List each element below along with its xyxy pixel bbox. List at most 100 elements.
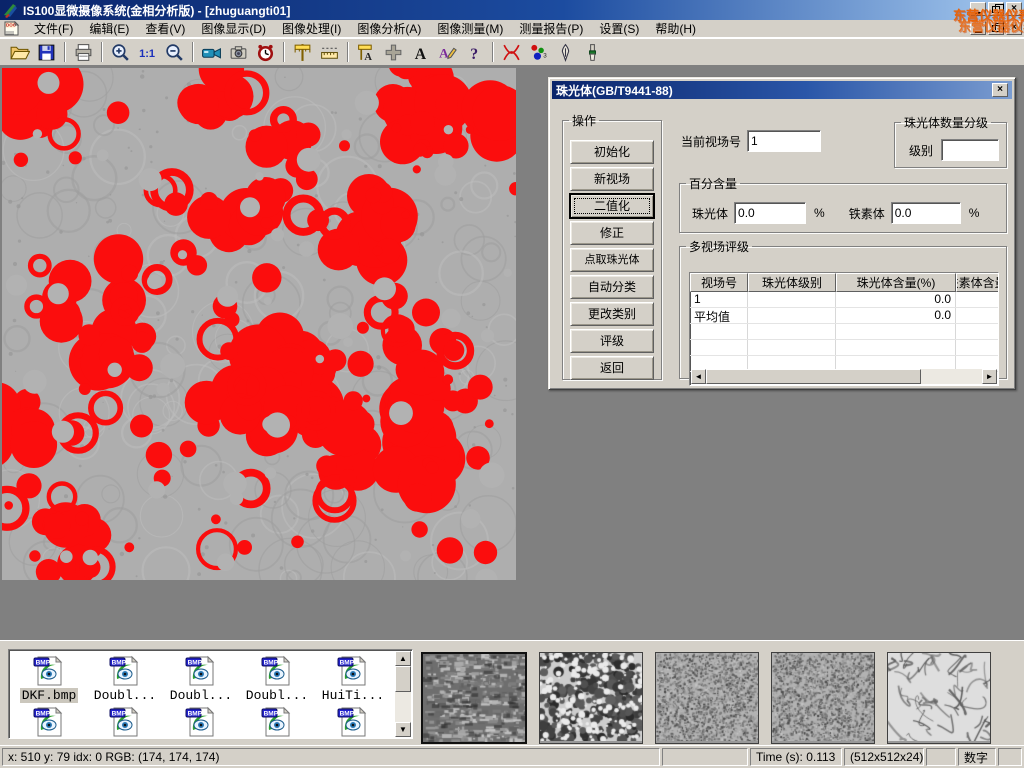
scroll-down-button[interactable]: ▼ (395, 722, 411, 737)
op-button-2[interactable]: 新视场 (570, 167, 654, 191)
op-button-4[interactable]: 修正 (570, 221, 654, 245)
file-item-1[interactable]: BMPDKF.bmp (11, 652, 87, 703)
restore-button[interactable] (988, 2, 1004, 16)
op-button-3[interactable]: 二值化 (570, 194, 654, 218)
menu-item-4[interactable]: 图像显示(D) (193, 19, 274, 38)
file-item-row2-1[interactable]: BMP (11, 703, 87, 738)
table-header-2[interactable]: 珠光体级别 (748, 273, 836, 292)
scroll-up-button[interactable]: ▲ (395, 651, 411, 666)
menu-item-9[interactable]: 设置(S) (591, 19, 647, 38)
minimize-button[interactable] (970, 2, 986, 16)
actual-size-icon[interactable]: 1:1 (134, 40, 161, 64)
curve-tool-icon[interactable] (498, 40, 525, 64)
file-scrollbar-thumb[interactable] (395, 666, 411, 692)
text-icon[interactable]: A (407, 40, 434, 64)
thumbnail-4[interactable] (771, 652, 875, 744)
metallographic-image[interactable] (2, 68, 516, 580)
file-item-4[interactable]: BMPDoubl... (239, 652, 315, 703)
child-close-button[interactable]: × (1006, 21, 1022, 35)
child-restore-button[interactable] (988, 21, 1004, 35)
clock-icon[interactable] (252, 40, 279, 64)
save-icon[interactable] (33, 40, 60, 64)
menu-item-5[interactable]: 图像处理(I) (274, 19, 349, 38)
table-cell (748, 292, 836, 307)
document-icon[interactable]: DOC (3, 21, 20, 36)
menu-item-2[interactable]: 编辑(E) (81, 19, 137, 38)
child-minimize-button[interactable] (970, 21, 986, 35)
file-item-3[interactable]: BMPDoubl... (163, 652, 239, 703)
table-row-1[interactable]: 10.0 (690, 292, 998, 308)
op-button-1[interactable]: 初始化 (570, 140, 654, 164)
percent-sign-2: % (969, 206, 980, 220)
rating-table[interactable]: 视场号珠光体级别珠光体含量(%)铁素体含量(%) 10.0平均值0.0 ◄ ► (689, 272, 999, 386)
table-header-1[interactable]: 视场号 (690, 273, 748, 292)
menu-item-3[interactable]: 查看(V) (137, 19, 193, 38)
table-header-3[interactable]: 珠光体含量(%) (836, 273, 956, 292)
pearlite-dialog: 珠光体(GB/T9441-88) × 操作 初始化新视场二值化修正点取珠光体自动… (548, 77, 1016, 390)
file-item-row2-4[interactable]: BMP (239, 703, 315, 738)
current-field-label: 当前视场号 (681, 133, 741, 150)
table-cell (690, 340, 748, 355)
level-input[interactable] (941, 139, 999, 161)
close-button[interactable]: × (1006, 2, 1022, 16)
file-item-row2-2[interactable]: BMP (87, 703, 163, 738)
dialog-title-bar[interactable]: 珠光体(GB/T9441-88) × (552, 81, 1012, 99)
file-browser[interactable]: BMPDKF.bmpBMPDoubl...BMPDoubl...BMPDoubl… (8, 649, 413, 739)
scrollbar-thumb[interactable] (706, 369, 921, 384)
thumbnail-1[interactable] (421, 652, 527, 744)
pen-icon[interactable] (552, 40, 579, 64)
pearlite-percent-input[interactable] (734, 202, 806, 224)
op-button-8[interactable]: 评级 (570, 329, 654, 353)
current-field-input[interactable] (747, 130, 821, 152)
scroll-right-button[interactable]: ► (982, 369, 997, 384)
dialog-title: 珠光体(GB/T9441-88) (556, 82, 992, 99)
file-list-scrollbar[interactable]: ▲ ▼ (395, 651, 411, 737)
move-cross-icon[interactable] (380, 40, 407, 64)
menu-item-1[interactable]: 文件(F) (26, 19, 81, 38)
file-item-row2-5[interactable]: BMP (315, 703, 391, 738)
menu-item-7[interactable]: 图像测量(M) (429, 19, 511, 38)
ruler-icon[interactable] (316, 40, 343, 64)
video-camera-icon[interactable] (198, 40, 225, 64)
op-button-9[interactable]: 返回 (570, 356, 654, 380)
thumbnail-5[interactable] (887, 652, 991, 744)
measure-text-icon[interactable]: A (353, 40, 380, 64)
op-button-7[interactable]: 更改类别 (570, 302, 654, 326)
table-cell (956, 308, 999, 323)
file-item-2[interactable]: BMPDoubl... (87, 652, 163, 703)
table-horizontal-scrollbar[interactable]: ◄ ► (691, 369, 997, 384)
zoom-out-icon[interactable] (161, 40, 188, 64)
table-header-4[interactable]: 铁素体含量(%) (956, 273, 999, 292)
op-button-6[interactable]: 自动分类 (570, 275, 654, 299)
open-folder-icon[interactable] (6, 40, 33, 64)
table-row-2[interactable]: 平均值0.0 (690, 308, 998, 324)
svg-text:?: ? (470, 45, 478, 62)
dialog-close-button[interactable]: × (992, 83, 1008, 97)
brush-icon[interactable] (579, 40, 606, 64)
scroll-left-button[interactable]: ◄ (691, 369, 706, 384)
table-row-3[interactable] (690, 324, 998, 340)
menu-item-10[interactable]: 帮助(H) (647, 19, 704, 38)
caliper-icon[interactable] (289, 40, 316, 64)
print-icon[interactable] (70, 40, 97, 64)
table-row-4[interactable] (690, 340, 998, 356)
status-spacer-2 (926, 748, 956, 766)
file-name: DKF.bmp (20, 688, 79, 703)
help-icon[interactable]: ? (461, 40, 488, 64)
percent-sign: % (814, 206, 825, 220)
menu-item-8[interactable]: 测量报告(P) (511, 19, 591, 38)
thumbnail-2[interactable] (539, 652, 643, 744)
ferrite-percent-input[interactable] (891, 202, 961, 224)
op-button-5[interactable]: 点取珠光体 (570, 248, 654, 272)
file-item-5[interactable]: BMPHuiTi... (315, 652, 391, 703)
camera-icon[interactable] (225, 40, 252, 64)
menu-item-6[interactable]: 图像分析(A) (349, 19, 429, 38)
file-item-row2-3[interactable]: BMP (163, 703, 239, 738)
annotate-icon[interactable]: A (434, 40, 461, 64)
multi-field-group: 多视场评级 视场号珠光体级别珠光体含量(%)铁素体含量(%) 10.0平均值0.… (679, 238, 1007, 379)
app-logo-icon (3, 2, 19, 18)
thumbnail-3[interactable] (655, 652, 759, 744)
window-title: IS100显微摄像系统(金相分析版) - [zhuguangti01] (23, 2, 290, 19)
zoom-in-icon[interactable] (107, 40, 134, 64)
count-points-icon[interactable]: 3 (525, 40, 552, 64)
